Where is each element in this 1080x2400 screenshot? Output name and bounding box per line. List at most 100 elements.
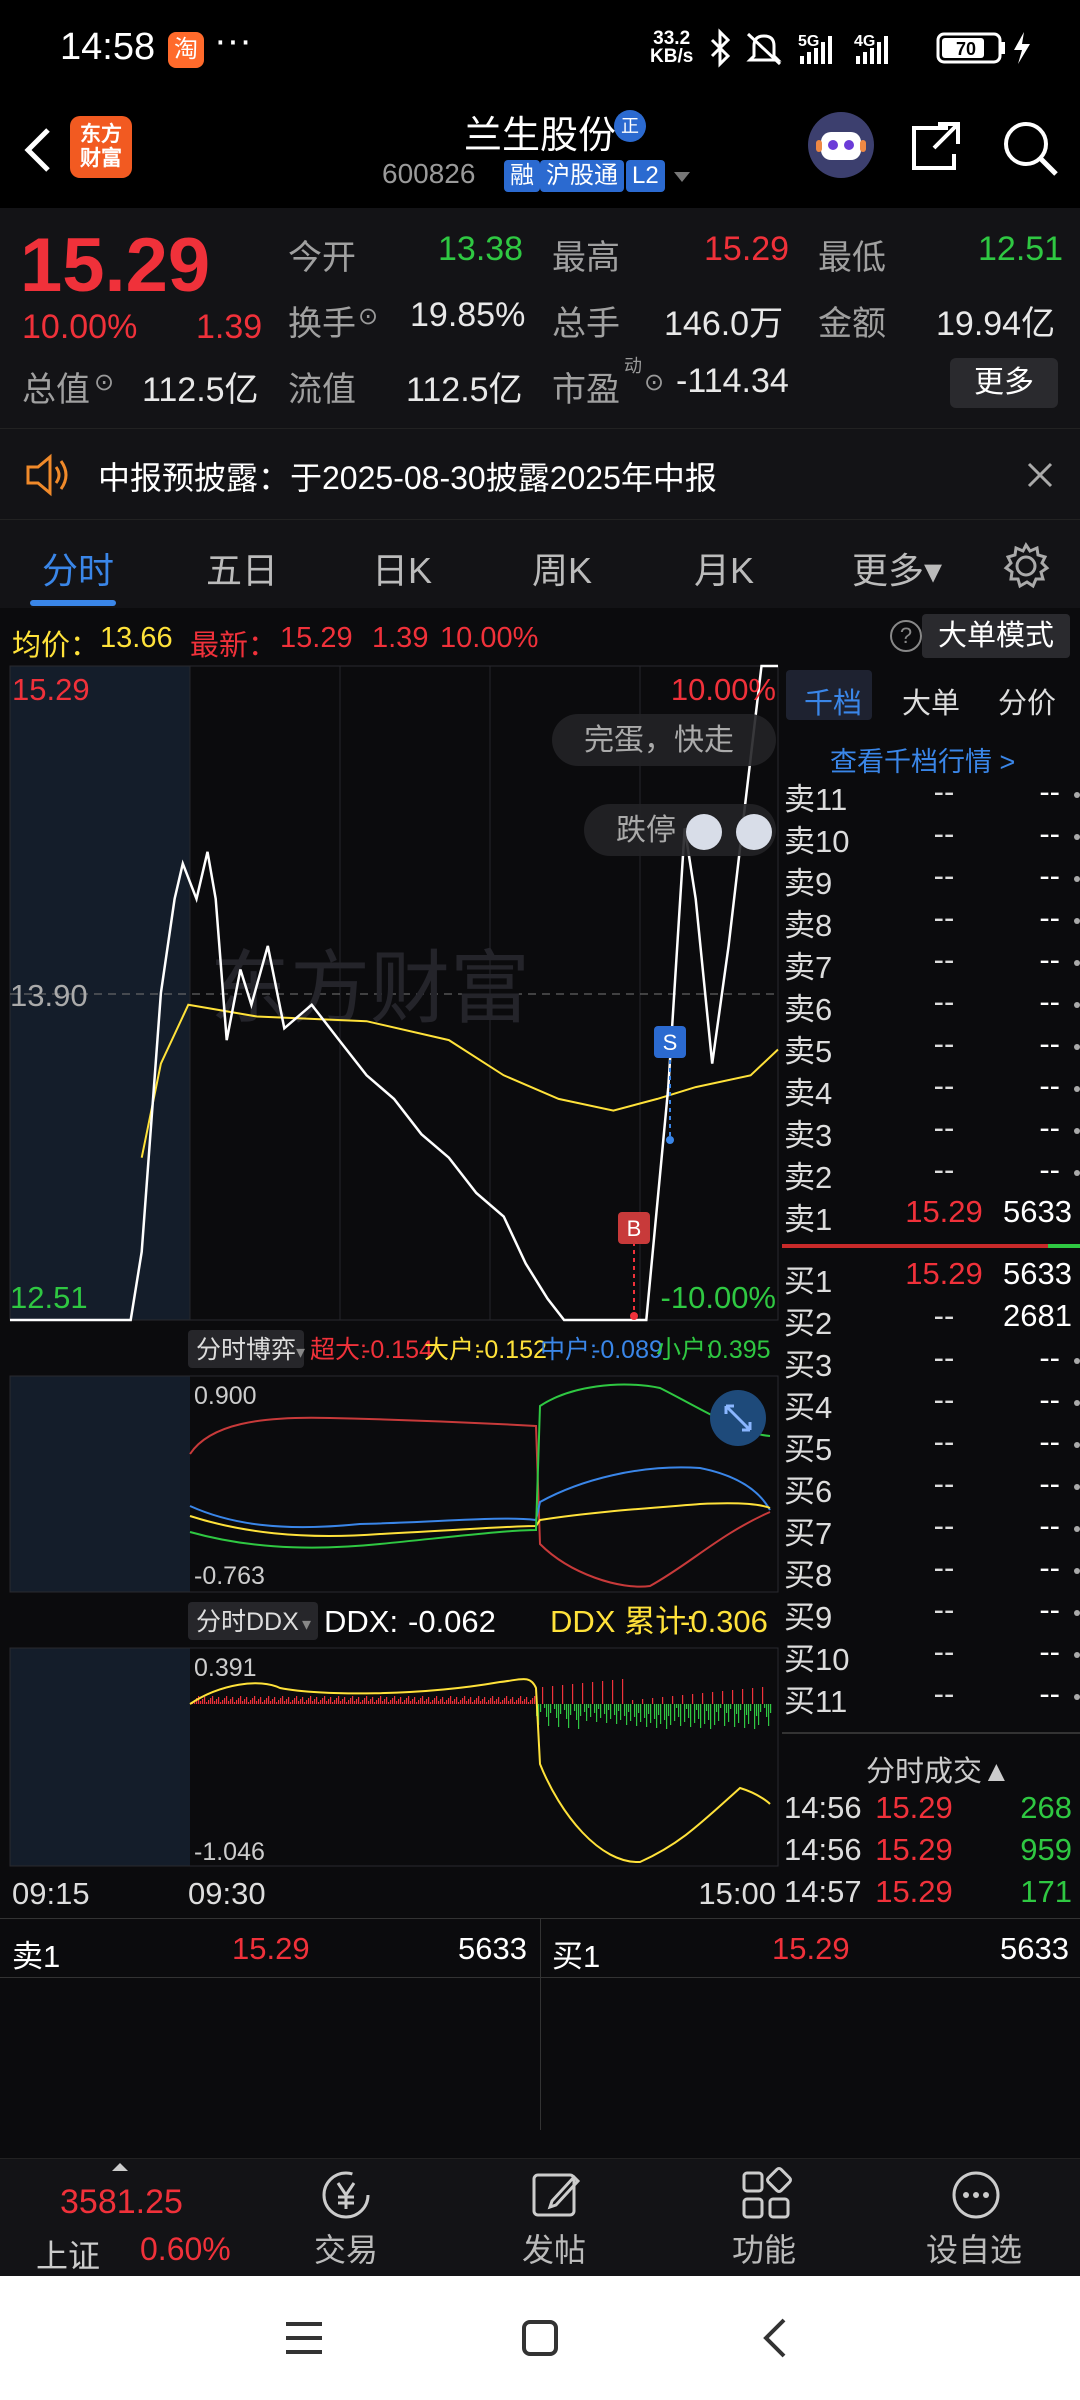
buy-row[interactable]: 买11 -- -- xyxy=(782,1676,1080,1719)
nav-add-watchlist[interactable]: 设自选 xyxy=(914,2159,1034,2277)
buy-row[interactable]: 买2 -- 2681 xyxy=(782,1298,1080,1341)
sell-row[interactable]: 卖10 -- -- xyxy=(782,816,1080,859)
sell-row[interactable]: 卖6 -- -- xyxy=(782,984,1080,1027)
notice-bar[interactable]: 中报预披露：于2025-08-30披露2025年中报 xyxy=(0,428,1080,520)
robot-assistant-icon[interactable] xyxy=(808,112,874,178)
buy-row[interactable]: 买3 -- -- xyxy=(782,1340,1080,1383)
tab-intraday[interactable]: 分时 xyxy=(42,542,114,594)
turnover-info-icon[interactable]: ⊙ xyxy=(358,302,378,331)
bid-ask-divider-green xyxy=(1048,1244,1080,1248)
buy1-volume: 5633 xyxy=(1000,1931,1069,1966)
ddx-bar xyxy=(744,1704,746,1728)
ddx-bar xyxy=(658,1704,660,1715)
nav-functions[interactable]: 功能 xyxy=(704,2159,824,2277)
ddx-bar xyxy=(746,1704,748,1715)
ddx-bar xyxy=(764,1704,766,1708)
buy-row[interactable]: 买8 -- -- xyxy=(782,1550,1080,1593)
close-icon[interactable] xyxy=(1026,461,1054,489)
buy-row[interactable]: 买4 -- -- xyxy=(782,1382,1080,1425)
index-name: 上证 xyxy=(36,2238,101,2274)
buy1-price: 15.29 xyxy=(772,1931,850,1966)
ddx-bar xyxy=(602,1681,604,1704)
ddx-bar xyxy=(708,1704,710,1720)
sell-row[interactable]: 卖3 -- -- xyxy=(782,1110,1080,1153)
buy-level-label: 买11 xyxy=(784,1684,848,1719)
dropdown-icon[interactable] xyxy=(672,170,692,184)
tab-weekly-k[interactable]: 周K xyxy=(532,542,592,594)
ddx-bar xyxy=(604,1704,606,1714)
buy-row[interactable]: 买1 15.29 5633 xyxy=(782,1256,1080,1299)
ddx-bar xyxy=(406,1698,408,1704)
sell-level-volume: -- xyxy=(1039,984,1060,1019)
back-nav-icon[interactable] xyxy=(760,2316,790,2360)
zheng-badge-icon: 正 xyxy=(614,110,646,142)
turnover-label: 换手 xyxy=(288,305,356,343)
index-ticker[interactable]: 3581.25 上证 0.60% xyxy=(0,2159,240,2277)
settings-gear-icon[interactable] xyxy=(1002,542,1050,590)
sell-row[interactable]: 卖11 -- -- xyxy=(782,774,1080,817)
sell-row[interactable]: 卖8 -- -- xyxy=(782,900,1080,943)
ddx-bar xyxy=(308,1698,310,1704)
nav-post[interactable]: 发帖 xyxy=(494,2159,614,2277)
ddx-bar xyxy=(304,1702,306,1704)
intraday-chart-area[interactable]: 东方财富 S B 15.29 13.90 12.51 10.00% -10.00… xyxy=(0,664,782,1918)
battery-level: 70 xyxy=(956,39,976,59)
nav-post-label: 发帖 xyxy=(521,2232,586,2268)
ddx-bar xyxy=(372,1697,374,1704)
buy-level-volume: 5633 xyxy=(1003,1256,1072,1291)
trades-title[interactable]: 分时成交▲ xyxy=(866,1748,1011,1790)
ddx-bar xyxy=(550,1704,552,1713)
ddx-bar xyxy=(296,1696,298,1704)
menu-icon[interactable] xyxy=(284,2320,324,2356)
info-icon[interactable]: ⊙ xyxy=(94,368,114,397)
tab-thousand-level[interactable]: 千档 xyxy=(804,680,862,722)
buy-level-volume: -- xyxy=(1039,1634,1060,1669)
ddx-bar xyxy=(496,1699,498,1704)
sell-row[interactable]: 卖5 -- -- xyxy=(782,1026,1080,1069)
ddx-bar xyxy=(554,1704,556,1709)
super-flow-line xyxy=(189,1416,771,1588)
buy-level-label: 买5 xyxy=(784,1432,833,1467)
game-indicator-tag: 分时博弈 xyxy=(196,1336,296,1364)
ddx-bar xyxy=(334,1700,336,1704)
buy-row[interactable]: 买6 -- -- xyxy=(782,1466,1080,1509)
ddx-bar xyxy=(638,1704,640,1713)
small-value: 0.395 xyxy=(708,1336,771,1364)
sell-row[interactable]: 卖7 -- -- xyxy=(782,942,1080,985)
pe-info-icon[interactable]: ⊙ xyxy=(644,368,664,397)
big-order-mode-button[interactable]: 大单模式 xyxy=(922,614,1070,658)
sell-level-price: -- xyxy=(933,900,955,935)
buy-point xyxy=(630,1312,638,1320)
sell-level-price: -- xyxy=(933,774,955,809)
ddx-bar xyxy=(400,1697,402,1704)
tab-daily-k[interactable]: 日K xyxy=(372,542,432,594)
tab-more[interactable]: 更多▾ xyxy=(852,542,942,594)
ddx-bar xyxy=(766,1704,768,1717)
share-icon[interactable] xyxy=(908,118,964,174)
ddx-bar xyxy=(202,1699,204,1704)
ddx-bar xyxy=(294,1698,296,1704)
tab-monthly-k[interactable]: 月K xyxy=(694,542,754,594)
tab-price-dist[interactable]: 分价 xyxy=(998,680,1056,722)
buy-row[interactable]: 买5 -- -- xyxy=(782,1424,1080,1467)
buy-row[interactable]: 买10 -- -- xyxy=(782,1634,1080,1677)
tab-big-order[interactable]: 大单 xyxy=(902,680,960,722)
buy-row[interactable]: 买7 -- -- xyxy=(782,1508,1080,1551)
nav-trade-label: 交易 xyxy=(313,2232,378,2268)
ddx-bar xyxy=(352,1696,354,1704)
sell-row[interactable]: 卖1 15.29 5633 xyxy=(782,1194,1080,1237)
home-icon[interactable] xyxy=(520,2318,560,2358)
ddx-bar xyxy=(354,1701,356,1704)
more-button[interactable]: 更多 xyxy=(950,358,1058,408)
ddx-bar xyxy=(402,1702,404,1704)
tab-five-day[interactable]: 五日 xyxy=(206,542,278,594)
nav-trade[interactable]: 交易 xyxy=(286,2159,406,2277)
low-label: 最低 xyxy=(818,239,886,277)
search-icon[interactable] xyxy=(1000,118,1060,178)
sell-row[interactable]: 卖4 -- -- xyxy=(782,1068,1080,1111)
sell-row[interactable]: 卖9 -- -- xyxy=(782,858,1080,901)
help-icon[interactable]: ? xyxy=(890,620,922,652)
buy-row[interactable]: 买9 -- -- xyxy=(782,1592,1080,1635)
margin-tag: 融 xyxy=(504,160,540,192)
sell-row[interactable]: 卖2 -- -- xyxy=(782,1152,1080,1195)
